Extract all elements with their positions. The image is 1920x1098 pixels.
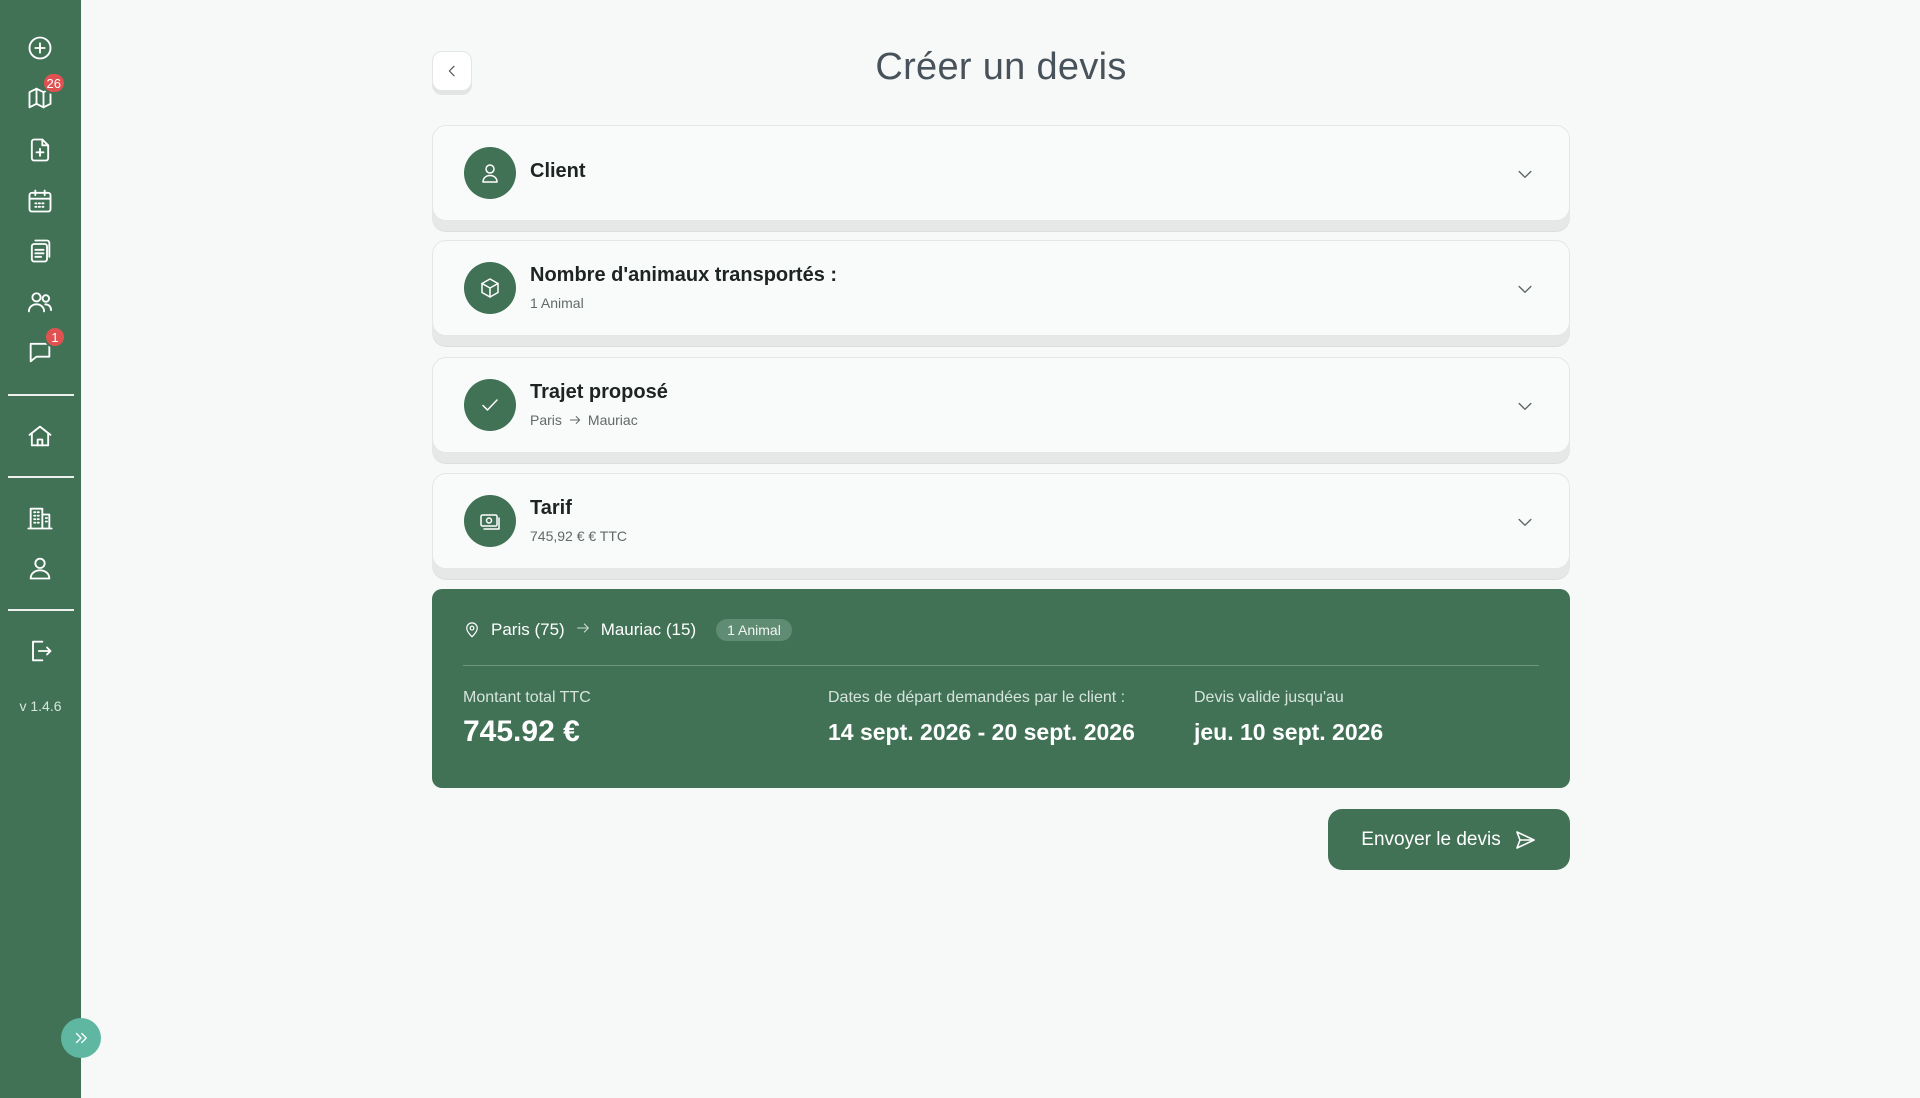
total-label: Montant total TTC <box>463 689 591 706</box>
section-title: Tarif <box>530 497 572 519</box>
sidebar: 26 1 v 1.4.6 <box>0 0 81 1098</box>
documents-icon[interactable] <box>24 235 56 267</box>
quote-summary: Paris (75) Mauriac (15) 1 Animal Montant… <box>432 589 1570 788</box>
trip-from: Paris <box>530 412 562 428</box>
animals-pill: 1 Animal <box>716 619 792 641</box>
chevron-down-icon <box>1515 279 1535 299</box>
sidebar-divider <box>8 476 74 478</box>
check-icon <box>464 379 516 431</box>
send-button-label: Envoyer le devis <box>1361 828 1501 850</box>
arrow-right-icon <box>569 416 581 424</box>
total-block: Montant total TTC 745.92 € <box>463 689 591 749</box>
section-animals[interactable]: Nombre d'animaux transportés : 1 Animal <box>432 240 1570 336</box>
animal-count: 1 Animal <box>530 295 584 311</box>
dates-block: Dates de départ demandées par le client … <box>828 689 1135 746</box>
send-quote-button[interactable]: Envoyer le devis <box>1328 809 1570 870</box>
file-plus-icon[interactable] <box>24 134 56 166</box>
send-icon <box>1515 830 1535 849</box>
section-subtitle: Paris Mauriac <box>530 412 638 428</box>
calendar-icon[interactable] <box>24 185 56 217</box>
section-subtitle: 745,92 € € TTC <box>530 528 627 544</box>
route-from: Paris (75) <box>491 620 565 639</box>
money-icon <box>464 495 516 547</box>
notification-badge: 26 <box>41 72 66 94</box>
section-title: Trajet proposé <box>530 381 668 403</box>
section-client[interactable]: Client <box>432 125 1570 221</box>
app-version: v 1.4.6 <box>19 698 62 714</box>
section-title: Client <box>530 160 586 182</box>
total-value: 745.92 € <box>463 715 580 748</box>
sidebar-divider <box>8 609 74 611</box>
box-icon <box>464 262 516 314</box>
user-icon <box>464 147 516 199</box>
trip-to: Mauriac <box>587 412 638 428</box>
price-value: 745,92 € € TTC <box>530 528 628 544</box>
valid-value: jeu. 10 sept. 2026 <box>1194 719 1384 745</box>
chevrons-right-icon <box>75 1032 87 1044</box>
logout-icon[interactable] <box>24 635 56 667</box>
chevron-down-icon <box>1515 512 1535 532</box>
sidebar-divider <box>8 394 74 396</box>
plus-circle-icon[interactable] <box>24 32 56 64</box>
building-icon[interactable] <box>24 502 56 534</box>
valid-label: Devis valide jusqu'au <box>1194 689 1344 706</box>
section-price[interactable]: Tarif 745,92 € € TTC <box>432 473 1570 569</box>
notification-badge: 1 <box>44 326 66 348</box>
user-icon[interactable] <box>24 552 56 584</box>
arrow-right-icon <box>575 620 591 641</box>
chat-icon[interactable]: 1 <box>24 326 66 368</box>
chevron-down-icon <box>1515 164 1535 184</box>
route: Paris (75) Mauriac (15) 1 Animal <box>463 619 792 641</box>
summary-divider <box>463 665 1539 666</box>
expand-sidebar-button[interactable] <box>61 1018 101 1058</box>
section-title: Nombre d'animaux transportés : <box>530 264 838 286</box>
section-trip[interactable]: Trajet proposé Paris Mauriac <box>432 357 1570 453</box>
dates-value: 14 sept. 2026 - 20 sept. 2026 <box>828 719 1135 745</box>
users-icon[interactable] <box>24 286 56 318</box>
map-icon[interactable]: 26 <box>24 72 66 114</box>
route-to: Mauriac (15) <box>600 620 697 639</box>
dates-label: Dates de départ demandées par le client … <box>828 689 1126 706</box>
section-subtitle: 1 Animal <box>530 295 584 311</box>
valid-block: Devis valide jusqu'au jeu. 10 sept. 2026 <box>1194 689 1383 746</box>
location-pin-icon <box>466 622 478 638</box>
home-icon[interactable] <box>24 420 56 452</box>
chevron-down-icon <box>1515 396 1535 416</box>
page-title: Créer un devis <box>875 46 1127 88</box>
